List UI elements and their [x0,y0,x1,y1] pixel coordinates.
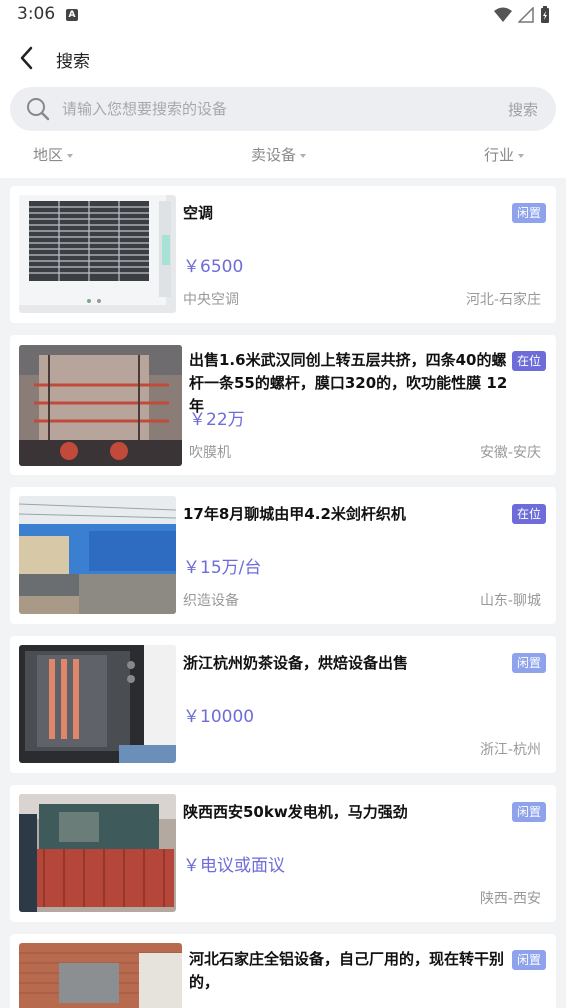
filter-industry[interactable]: 行业 [484,144,525,165]
caret-down-icon [300,153,307,158]
status-bar: 3:06 A [0,0,566,30]
status-badge: 闲置 [512,203,546,223]
listing-thumbnail [19,195,176,313]
search-button[interactable]: 搜索 [508,99,538,120]
status-badge: 闲置 [512,802,546,822]
caret-down-icon [67,153,74,158]
listing-price: ￥10000 [183,707,255,727]
search-header: 搜索 搜索 地区 卖设备 行业 [0,30,566,178]
listing-price: ￥15万/台 [183,558,262,578]
listing-category: 织造设备 [183,593,239,609]
listing-title: 河北石家庄全铝设备，自己厂用的，现在转干别的， [189,950,505,991]
listing-location: 河北-石家庄 [465,292,541,308]
filter-sell-equipment[interactable]: 卖设备 [251,144,307,165]
listing-location: 安徽-安庆 [479,445,541,461]
listing-card[interactable]: 空调 闲置 ￥6500 中央空调 河北-石家庄 [10,186,556,323]
status-badge: 闲置 [512,653,546,673]
caret-down-icon [518,153,525,158]
notification-icon: A [66,9,78,21]
search-icon [27,98,50,121]
listing-card[interactable]: 陕西西安50kw发电机，马力强劲 闲置 ￥电议或面议 陕西-西安 [10,785,556,922]
page-title: 搜索 [56,52,90,72]
status-badge: 闲置 [512,950,546,970]
chevron-left-icon [20,46,33,70]
status-icons [494,6,550,24]
filter-region-label: 地区 [33,146,64,164]
search-input[interactable] [62,96,482,122]
listing-title: 陕西西安50kw发电机，马力强劲 [183,803,408,821]
status-badge: 在位 [512,504,546,524]
listing-card[interactable]: 17年8月聊城由甲4.2米剑杆织机 在位 ￥15万/台 织造设备 山东-聊城 [10,487,556,624]
listing-card[interactable]: 浙江杭州奶茶设备，烘焙设备出售 闲置 ￥10000 浙江-杭州 [10,636,556,773]
listing-category: 吹膜机 [189,445,231,461]
wifi-icon [494,7,512,22]
listing-price: ￥6500 [183,257,244,277]
listing-title: 浙江杭州奶茶设备，烘焙设备出售 [183,654,409,672]
signal-icon [518,7,534,23]
listing-category: 中央空调 [183,292,239,308]
listing-thumbnail [19,496,176,614]
listing-price: ￥22万 [189,410,245,430]
listing-thumbnail [19,943,182,1008]
listing-location: 山东-聊城 [479,593,541,609]
battery-icon [541,6,549,23]
listing-card[interactable]: 河北石家庄全铝设备，自己厂用的，现在转干别的， 闲置 [10,934,556,1008]
status-time: 3:06 [17,4,56,24]
listing-location: 浙江-杭州 [479,742,541,758]
status-badge: 在位 [512,351,546,371]
listing-title: 空调 [183,204,214,222]
listing-title: 17年8月聊城由甲4.2米剑杆织机 [183,505,406,523]
listing-card[interactable]: 出售1.6米武汉同创上转五层共挤，四条40的螺杆一条55的螺杆，膜口320的，吹… [10,335,556,475]
filter-region[interactable]: 地区 [33,144,74,165]
search-bar: 搜索 [10,87,556,131]
back-button[interactable] [14,44,40,72]
listing-thumbnail [19,645,176,763]
listing-price: ￥电议或面议 [183,856,285,876]
listing-location: 陕西-西安 [479,891,541,907]
filter-industry-label: 行业 [484,146,515,164]
listing-thumbnail [19,794,176,912]
filter-sell-equipment-label: 卖设备 [251,146,297,164]
listing-thumbnail [19,345,182,466]
